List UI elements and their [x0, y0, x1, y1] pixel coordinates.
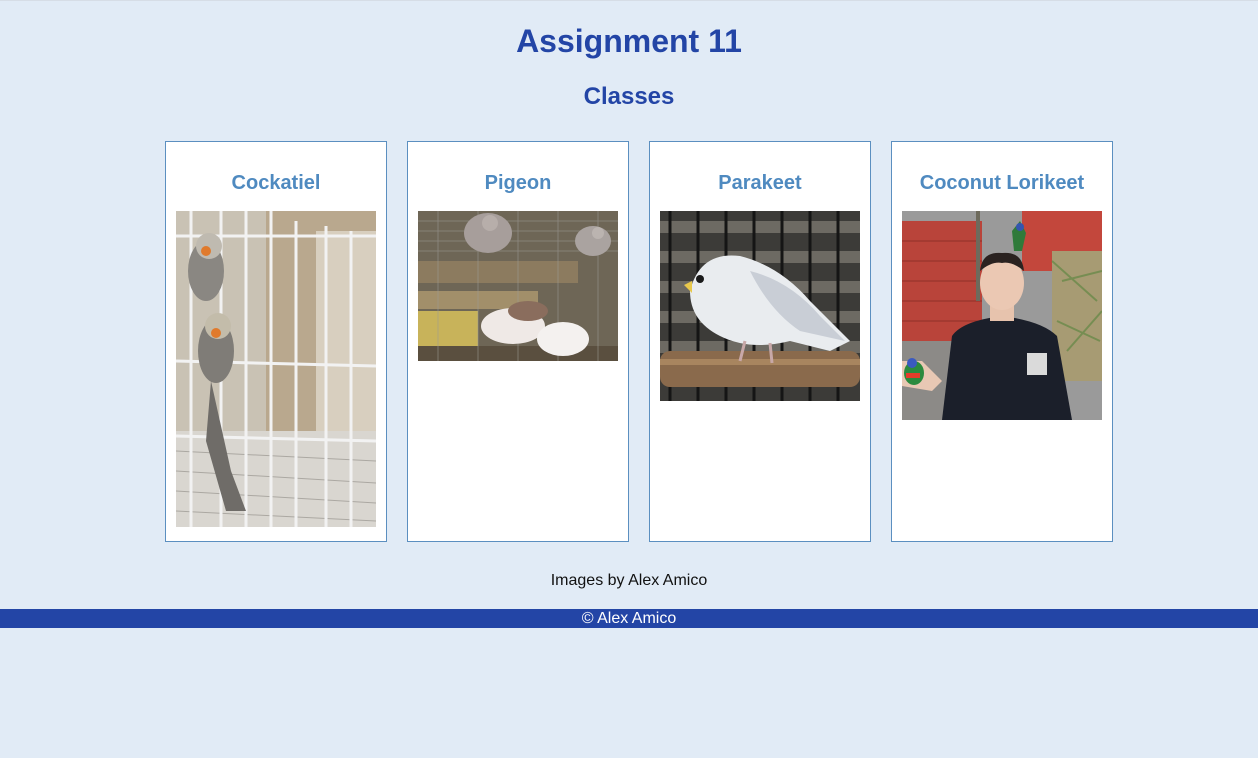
card-title: Coconut Lorikeet	[919, 172, 1085, 194]
pigeon-photo	[418, 211, 618, 361]
footer: © Alex Amico	[0, 609, 1258, 628]
card-title: Cockatiel	[231, 172, 321, 194]
copyright-text: © Alex Amico	[581, 610, 677, 627]
bird-card-parakeet: Parakeet	[649, 141, 871, 542]
bird-card-cockatiel: Cockatiel	[165, 141, 387, 542]
section-title: Classes	[583, 83, 675, 110]
page-title: Assignment 11	[516, 23, 742, 59]
parakeet-photo	[660, 211, 860, 401]
image-credit: Images by Alex Amico	[550, 572, 708, 589]
bird-card-coconut-lorikeet: Coconut Lorikeet	[891, 141, 1113, 542]
coconut-lorikeet-photo	[902, 211, 1102, 420]
cockatiel-photo	[176, 211, 376, 527]
card-title: Parakeet	[718, 172, 802, 194]
bird-card-pigeon: Pigeon	[407, 141, 629, 542]
card-title: Pigeon	[484, 172, 552, 194]
